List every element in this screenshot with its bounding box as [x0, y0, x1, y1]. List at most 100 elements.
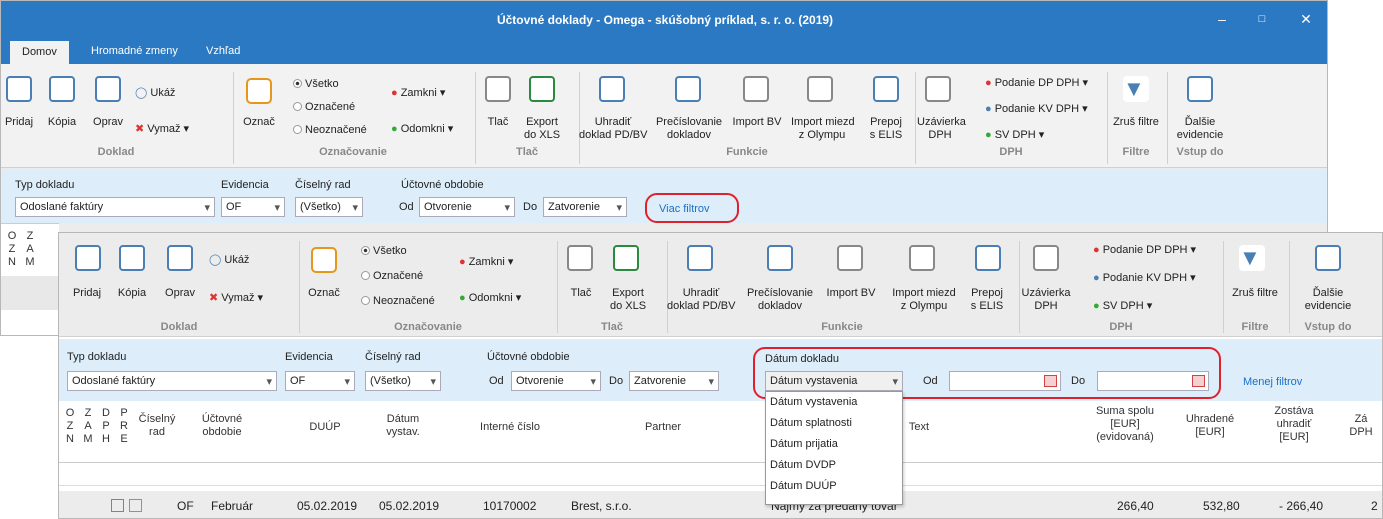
podanie-icon: ●	[1093, 244, 1103, 256]
kopia-button[interactable]: Kópia	[41, 116, 83, 129]
window-title: Účtovné doklady - Omega - skúšobný príkl…	[496, 13, 834, 27]
typ-select[interactable]: Odoslané faktúry	[15, 197, 215, 217]
col-duup[interactable]: DUÚP	[295, 421, 355, 434]
import-bv-button[interactable]: Import BV	[729, 116, 785, 129]
dalsie-evidencie-button[interactable]: Ďalšie evidencie	[1291, 287, 1365, 313]
podanie-dp-button[interactable]: ● Podanie DP DPH ▾	[1093, 243, 1196, 256]
pre-checkbox[interactable]	[129, 499, 142, 512]
precislovanie-button[interactable]: Prečíslovanie dokladov	[655, 116, 723, 142]
col-rad[interactable]: Číselný rad	[135, 413, 179, 439]
pridaj-button[interactable]: Pridaj	[67, 287, 107, 300]
typ-select[interactable]: Odoslané faktúry	[67, 371, 277, 391]
podanie-dp-label: Podanie DP DPH	[994, 77, 1080, 89]
col-za[interactable]: Zá DPH	[1341, 413, 1381, 439]
podanie-dp-button[interactable]: ● Podanie DP DPH ▾	[985, 76, 1088, 89]
oznac-button[interactable]: Označ	[303, 287, 345, 300]
close-icon[interactable]: ✕	[1291, 11, 1321, 28]
import-miezd-button[interactable]: Import miezd z Olympu	[891, 287, 957, 313]
prepoj-button[interactable]: Prepoj s ELIS	[963, 287, 1011, 313]
tlac-button[interactable]: Tlač	[481, 116, 515, 129]
import-miezd-button[interactable]: Import miezd z Olympu	[791, 116, 855, 142]
col-interne[interactable]: Interné číslo	[457, 421, 563, 434]
oprav-icon	[167, 245, 193, 271]
col-suma[interactable]: Suma spolu [EUR] (evidovaná)	[1085, 405, 1165, 444]
do-select[interactable]: Zatvorenie	[543, 197, 627, 217]
kopia-icon	[119, 245, 145, 271]
zamkni-button[interactable]: ● Zamkni ▾	[459, 255, 513, 268]
filter-row[interactable]	[59, 464, 1382, 486]
tab-hromadne-zmeny[interactable]: Hromadné zmeny	[91, 45, 178, 57]
odomkni-button[interactable]: ● Odomkni ▾	[391, 122, 453, 135]
precislovanie-button[interactable]: Prečíslovanie dokladov	[745, 287, 815, 313]
oprav-button[interactable]: Oprav	[87, 116, 129, 129]
do-select[interactable]: Zatvorenie	[629, 371, 719, 391]
col-uhradene[interactable]: Uhradené [EUR]	[1175, 413, 1245, 439]
radio-vsetko[interactable]: Všetko	[293, 78, 339, 90]
uhradit-button[interactable]: Uhradiť doklad PD/BV	[579, 116, 647, 142]
table-row[interactable]: OF Február 05.02.2019 05.02.2019 1017000…	[59, 491, 1382, 518]
dropdown-option[interactable]: Dátum DVDP	[766, 455, 902, 476]
col-datum[interactable]: Dátum vystav.	[363, 413, 443, 439]
filter-bar: Typ dokladu Odoslané faktúry Evidencia O…	[1, 169, 1327, 223]
od-select[interactable]: Otvorenie	[511, 371, 601, 391]
pridaj-icon	[75, 245, 101, 271]
radio-neoznacene[interactable]: Neoznačené	[293, 124, 367, 136]
radio-oznacene[interactable]: Označené	[293, 101, 355, 113]
oznac-button[interactable]: Označ	[239, 116, 279, 129]
ukaz-button[interactable]: ◯ Ukáž	[135, 86, 175, 99]
col-obdobie[interactable]: Účtovné obdobie	[187, 413, 257, 439]
dropdown-option[interactable]: Dátum prijatia	[766, 434, 902, 455]
radio-neoznacene[interactable]: Neoznačené	[361, 295, 435, 307]
col-zostava[interactable]: Zostáva uhradiť [EUR]	[1259, 405, 1329, 444]
odomkni-button[interactable]: ● Odomkni ▾	[459, 291, 521, 304]
uzavierka-button[interactable]: Uzávierka DPH	[917, 116, 966, 142]
uzavierka-button[interactable]: Uzávierka DPH	[1021, 287, 1071, 313]
menej-filtrov-link[interactable]: Menej filtrov	[1243, 376, 1302, 388]
tlac-button[interactable]: Tlač	[563, 287, 599, 300]
kopia-button[interactable]: Kópia	[111, 287, 153, 300]
ukaz-button[interactable]: ◯ Ukáž	[209, 253, 249, 266]
vymaz-button[interactable]: ✖ Vymaž ▾	[209, 291, 263, 304]
dropdown-option[interactable]: Dátum vystavenia	[766, 392, 902, 413]
cell-obdobie: Február	[211, 499, 254, 513]
zrus-filtre-button[interactable]: Zruš filtre	[1223, 287, 1287, 300]
col-dph[interactable]: D P H	[101, 407, 111, 446]
prepoj-button[interactable]: Prepoj s ELIS	[863, 116, 909, 142]
radio-vsetko[interactable]: Všetko	[361, 245, 407, 257]
minimize-icon[interactable]: –	[1207, 11, 1237, 27]
sv-dph-button[interactable]: ● SV DPH ▾	[985, 128, 1044, 141]
col-ozn[interactable]: O Z N	[65, 407, 75, 446]
zamkni-button[interactable]: ● Zamkni ▾	[391, 86, 445, 99]
col-text[interactable]: Text	[899, 421, 939, 434]
export-xls-button[interactable]: Export do XLS	[519, 116, 565, 142]
unlock-icon: ●	[459, 292, 469, 304]
podanie-kv-button[interactable]: ● Podanie KV DPH ▾	[1093, 271, 1196, 284]
tab-vzhlad[interactable]: Vzhľad	[206, 45, 240, 57]
rad-select[interactable]: (Všetko)	[295, 197, 363, 217]
uhradit-button[interactable]: Uhradiť doklad PD/BV	[667, 287, 735, 313]
export-xls-button[interactable]: Export do XLS	[605, 287, 651, 313]
dropdown-option[interactable]: Dátum splatnosti	[766, 413, 902, 434]
evidencia-select[interactable]: OF	[221, 197, 285, 217]
zrus-filtre-button[interactable]: Zruš filtre	[1107, 116, 1165, 129]
rad-select[interactable]: (Všetko)	[365, 371, 441, 391]
od-select[interactable]: Otvorenie	[419, 197, 515, 217]
podanie-kv-button[interactable]: ● Podanie KV DPH ▾	[985, 102, 1088, 115]
col-pre[interactable]: P R E	[119, 407, 129, 446]
dph-checkbox[interactable]	[111, 499, 124, 512]
pridaj-button[interactable]: Pridaj	[1, 116, 37, 129]
evidencia-select[interactable]: OF	[285, 371, 355, 391]
tab-domov[interactable]: Domov	[10, 41, 69, 64]
maximize-icon[interactable]: □	[1247, 13, 1277, 25]
dalsie-evidencie-button[interactable]: Ďalšie evidencie	[1167, 116, 1233, 142]
import-bv-button[interactable]: Import BV	[823, 287, 879, 300]
col-zam[interactable]: Z A M	[83, 407, 93, 446]
oznac-icon	[311, 247, 337, 273]
radio-oznacene[interactable]: Označené	[361, 270, 423, 282]
radio-icon	[361, 246, 370, 255]
dropdown-option[interactable]: Dátum DUÚP	[766, 476, 902, 497]
oprav-button[interactable]: Oprav	[159, 287, 201, 300]
sv-dph-button[interactable]: ● SV DPH ▾	[1093, 299, 1152, 312]
col-partner[interactable]: Partner	[563, 421, 763, 434]
vymaz-button[interactable]: ✖ Vymaž ▾	[135, 122, 189, 135]
